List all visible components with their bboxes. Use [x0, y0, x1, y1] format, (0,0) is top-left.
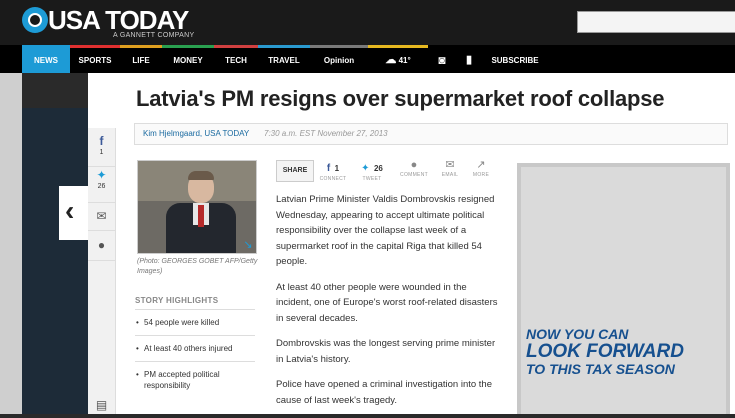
brand-name[interactable]: USA TODAY [48, 6, 189, 34]
email-icon: ✉ [445, 159, 455, 171]
weather-temp: 41° [398, 56, 411, 65]
article-paragraph: At least 40 other people were wounded in… [276, 281, 498, 324]
share-comment[interactable]: ● COMMENT [397, 158, 431, 178]
expand-icon[interactable]: ↘ [242, 239, 254, 251]
article-timestamp: 7:30 a.m. EST November 27, 2013 [264, 129, 388, 138]
comment-icon: ● [410, 159, 418, 171]
share-more[interactable]: ↗ MORE [464, 158, 498, 178]
share-button[interactable]: SHARE [276, 160, 314, 182]
nav-travel[interactable]: TRAVEL [258, 45, 310, 73]
previous-story-button[interactable]: ‹ [59, 186, 89, 240]
facebook-icon: f [99, 134, 104, 148]
brand-tagline: A GANNETT COMPANY [113, 32, 195, 39]
story-highlights-title: STORY HIGHLIGHTS [135, 296, 219, 305]
video-icon: ▮ [465, 54, 473, 66]
photo-caption: (Photo: GEORGES GOBET AFP/Getty Images) [137, 258, 258, 275]
usa-today-logo-icon[interactable] [22, 7, 48, 33]
nav-news[interactable]: NEWS [22, 45, 70, 73]
nav-sports[interactable]: SPORTS [70, 45, 120, 73]
facebook-icon: f [326, 163, 331, 174]
top-bar: USA TODAY A GANNETT COMPANY [0, 0, 735, 45]
highlight-item: At least 40 others injured [135, 335, 255, 361]
share-email[interactable]: ✉ EMAIL [433, 158, 467, 178]
nav-subscribe[interactable]: SUBSCRIBE [482, 45, 548, 73]
rail-facebook[interactable]: f 1 [88, 134, 115, 167]
rail-email[interactable]: ✉ [88, 204, 115, 231]
nav-weather[interactable]: ☁ 41° [368, 45, 428, 73]
rail-twitter[interactable]: ✦ 26 [88, 168, 115, 203]
highlight-item: PM accepted political responsibility [135, 361, 255, 398]
more-icon: ↗ [476, 159, 486, 171]
highlight-item: 54 people were killed [135, 309, 255, 335]
nav-opinion[interactable]: Opinion [310, 45, 368, 73]
nav-video[interactable]: ▮ [456, 45, 482, 73]
article-headline: Latvia's PM resigns over supermarket roo… [136, 86, 665, 111]
rail-comment[interactable]: ● [88, 232, 115, 261]
ad-line-2: LOOK FORWARD [526, 341, 684, 362]
article-paragraph: Latvian Prime Minister Valdis Dombrovski… [276, 194, 495, 267]
left-background-panel [22, 108, 88, 414]
comment-icon: ● [97, 238, 106, 252]
chevron-left-icon: ‹ [65, 195, 75, 226]
share-bar: SHARE f 1 CONNECT ✦ 26 TWEET ● COMMENT ✉… [276, 158, 496, 184]
article-paragraph: Police have opened a criminal investigat… [276, 379, 492, 406]
rail-facebook-count: 1 [99, 149, 104, 156]
ad-line-3: TO THIS TAX SEASON [526, 361, 675, 377]
twitter-icon: ✦ [361, 163, 370, 174]
camera-icon: ◙ [438, 53, 446, 67]
twitter-icon: ✦ [96, 168, 107, 182]
story-highlights-list: 54 people were killed At least 40 others… [135, 309, 255, 398]
share-twitter[interactable]: ✦ 26 TWEET [355, 158, 389, 182]
article-photo[interactable]: ↘ [137, 160, 257, 254]
main-nav: NEWS SPORTS LIFE MONEY TECH TRAVEL Opini… [0, 45, 735, 73]
nav-photos[interactable]: ◙ [428, 45, 456, 73]
article-body: Latvian Prime Minister Valdis Dombrovski… [276, 192, 498, 418]
nav-tech[interactable]: TECH [214, 45, 258, 73]
author-link[interactable]: Kim Hjelmgaard, USA TODAY [143, 124, 249, 144]
social-rail: f 1 ✦ 26 ✉ ● ▤ [88, 128, 116, 414]
search-input[interactable] [577, 11, 735, 33]
ad-line-1: NOW YOU CAN [526, 326, 629, 342]
byline-bar: Kim Hjelmgaard, USA TODAY 7:30 a.m. EST … [134, 123, 728, 145]
share-facebook[interactable]: f 1 CONNECT [316, 158, 350, 182]
advertisement[interactable]: NOW YOU CAN LOOK FORWARD TO THIS TAX SEA… [517, 163, 730, 414]
print-icon: ▤ [95, 398, 108, 412]
nav-money[interactable]: MONEY [162, 45, 214, 73]
left-gutter [0, 73, 22, 414]
nav-life[interactable]: LIFE [120, 45, 162, 73]
email-icon: ✉ [96, 209, 107, 223]
cloud-icon: ☁ [385, 54, 397, 66]
rail-twitter-count: 26 [97, 183, 106, 190]
article-paragraph: Dombrovskis was the longest serving prim… [276, 338, 496, 365]
rail-print[interactable]: ▤ [88, 398, 115, 414]
